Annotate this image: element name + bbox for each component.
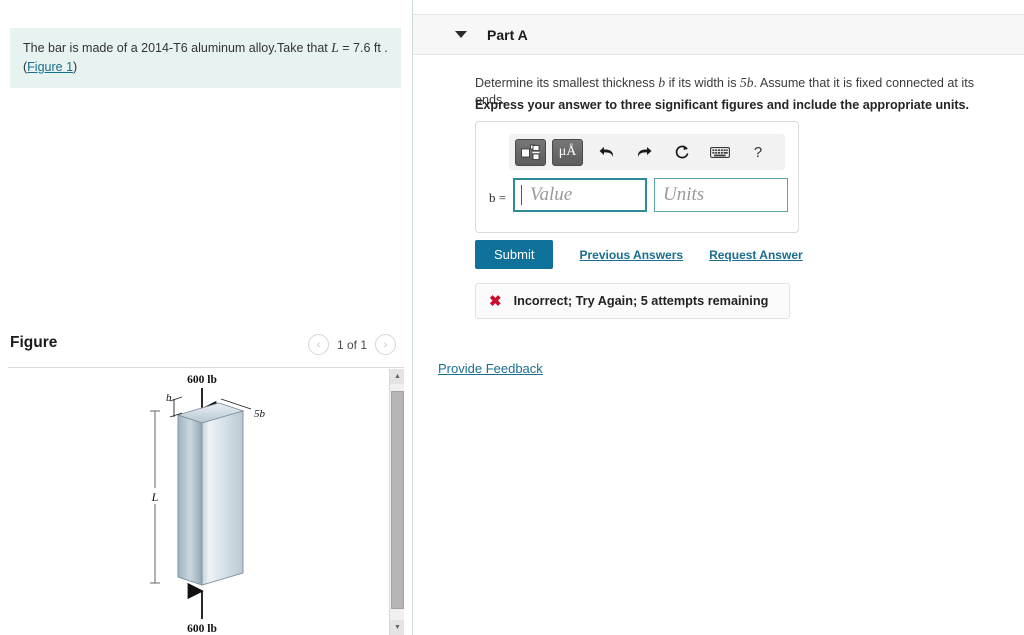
feedback-message: Incorrect; Try Again; 5 attempts remaini… — [513, 294, 769, 308]
previous-answers-link[interactable]: Previous Answers — [579, 248, 683, 262]
bar-front-face — [201, 410, 244, 586]
triangle-down-icon[interactable] — [455, 31, 467, 38]
figure-panel: 600 lb b 5b L 600 lb ▲ ▼ — [8, 369, 404, 635]
figure-prev-button[interactable]: ‹ — [307, 334, 329, 355]
units-placeholder: Units — [663, 184, 705, 205]
keyboard-glyph — [710, 146, 730, 158]
keyboard-icon[interactable] — [705, 139, 735, 166]
paren-close: ) — [73, 60, 78, 75]
width-label: 5b — [254, 408, 266, 420]
problem-text-after: = 7.6 ft . — [338, 41, 388, 55]
figure-header: Figure ‹ 1 of 1 › — [0, 334, 412, 366]
value-input[interactable]: Value — [513, 178, 647, 212]
request-answer-link[interactable]: Request Answer — [709, 248, 803, 262]
figure-divider — [8, 367, 404, 368]
provide-feedback-link[interactable]: Provide Feedback — [438, 361, 543, 376]
help-question-icon[interactable]: ? — [743, 139, 773, 166]
thickness-label: b — [166, 392, 172, 404]
reset-circle-icon[interactable] — [667, 139, 697, 166]
part-a-header[interactable]: Part A — [413, 14, 1024, 55]
value-placeholder: Value — [530, 184, 573, 205]
scroll-thumb[interactable] — [391, 391, 404, 609]
submit-button[interactable]: Submit — [475, 240, 554, 269]
units-icon-label: μÅ — [558, 144, 577, 159]
feedback-box: ✖ Incorrect; Try Again; 5 attempts remai… — [475, 283, 790, 319]
problem-text-before: The bar is made of a 2014-T6 aluminum al… — [23, 41, 332, 55]
right-pane: Part A Determine its smallest thickness … — [413, 0, 1024, 635]
figure-reference-line: (Figure 1) — [23, 59, 389, 76]
undo-glyph — [599, 146, 613, 157]
math-template-glyph — [521, 144, 540, 160]
problem-variable-L: L — [331, 40, 339, 55]
reset-glyph — [675, 145, 689, 159]
question-instruction: Express your answer to three significant… — [475, 98, 970, 112]
question-part1: Determine its smallest thickness — [475, 76, 659, 90]
scroll-up-arrow[interactable]: ▲ — [390, 369, 404, 384]
submit-row: Submit Previous Answers Request Answer — [475, 240, 803, 269]
part-a-title: Part A — [487, 26, 528, 43]
figure-title: Figure — [10, 334, 58, 351]
redo-arrow-icon[interactable] — [629, 139, 659, 166]
incorrect-x-icon: ✖ — [489, 293, 502, 310]
undo-arrow-icon[interactable] — [591, 139, 621, 166]
length-label: L — [151, 490, 159, 504]
bar-diagram: 600 lb b 5b L 600 lb — [147, 374, 266, 635]
math-template-icon[interactable] — [515, 138, 546, 166]
answer-toolbar: μÅ ? — [509, 134, 785, 170]
units-micro-angstrom-icon[interactable]: μÅ — [552, 138, 583, 166]
figure-navigation: ‹ 1 of 1 › — [307, 334, 396, 355]
figure-scrollbar[interactable]: ▲ ▼ — [389, 369, 404, 635]
figure-next-button[interactable]: › — [375, 334, 396, 355]
bar-side-face — [177, 414, 203, 586]
bottom-load-label: 600 lb — [187, 623, 217, 635]
redo-glyph — [637, 146, 651, 157]
answer-input-box: μÅ ? b = Value Units — [475, 121, 799, 233]
answer-variable-label: b = — [489, 190, 507, 205]
text-caret — [521, 185, 522, 205]
figure-1-link[interactable]: Figure 1 — [27, 60, 73, 74]
units-input[interactable]: Units — [654, 178, 788, 212]
left-pane: The bar is made of a 2014-T6 aluminum al… — [0, 0, 412, 635]
problem-statement: The bar is made of a 2014-T6 aluminum al… — [10, 28, 401, 89]
figure-counter: 1 of 1 — [336, 337, 367, 352]
scroll-down-arrow[interactable]: ▼ — [390, 620, 404, 635]
question-variable-5b: 5b — [740, 75, 754, 90]
question-part2: if its width is — [665, 76, 741, 90]
top-load-label: 600 lb — [187, 374, 217, 386]
